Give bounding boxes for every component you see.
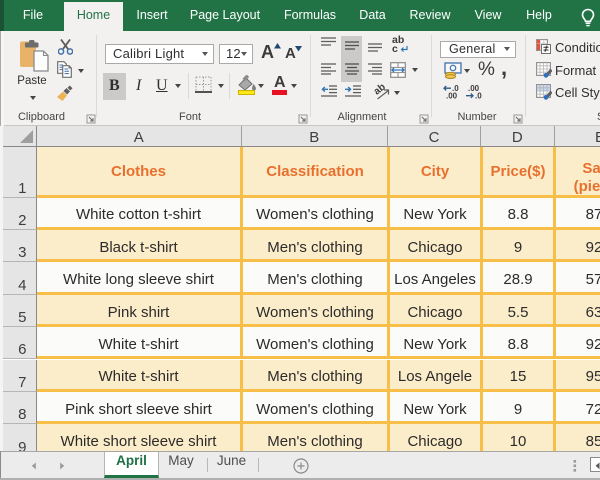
svg-text:.0: .0 [475, 92, 482, 100]
svg-text:.00: .00 [446, 92, 458, 100]
